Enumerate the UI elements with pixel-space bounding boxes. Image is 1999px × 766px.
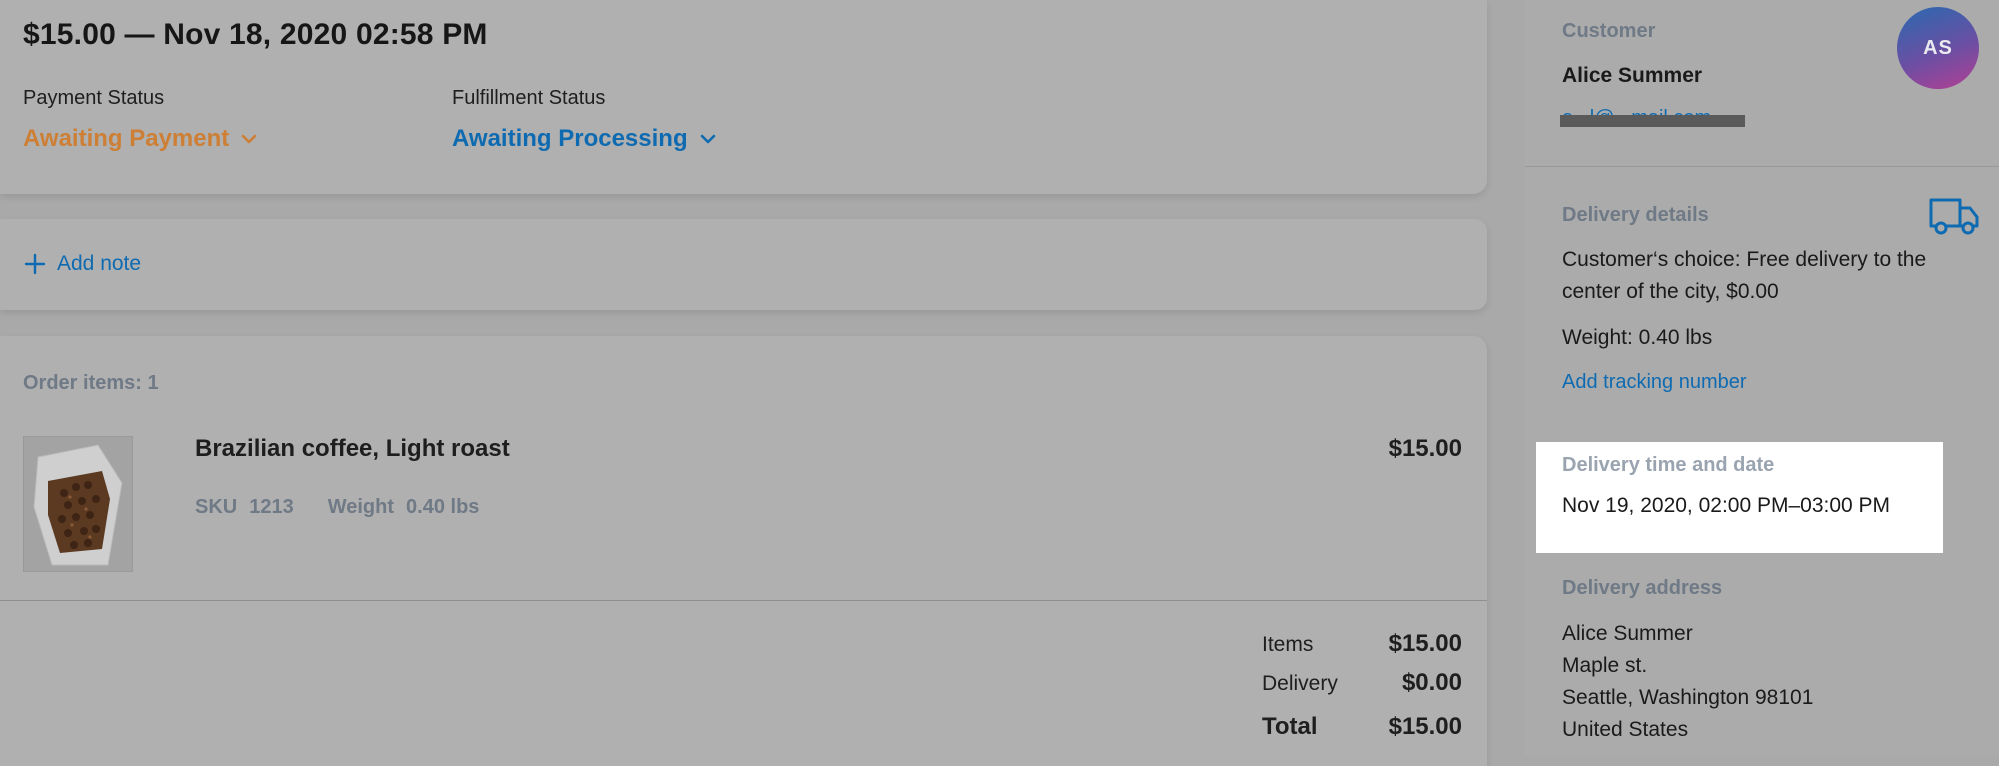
payment-status-dropdown[interactable]: Awaiting Payment — [23, 125, 259, 153]
avatar[interactable]: AS — [1897, 7, 1979, 89]
truck-icon — [1929, 198, 1979, 235]
delivery-address-heading: Delivery address — [1562, 577, 1723, 599]
address-line-4: United States — [1562, 718, 1689, 741]
summary-delivery-value: $0.00 — [1401, 669, 1462, 696]
chevron-down-icon — [700, 134, 715, 144]
delivery-details-heading: Delivery details — [1562, 204, 1709, 226]
address-line-1: Alice Summer — [1562, 622, 1693, 645]
summary-total-row: Total $15.00 — [1262, 713, 1462, 741]
summary-items-value: $15.00 — [1388, 630, 1462, 657]
sku-label: SKU — [195, 496, 238, 518]
sidebar-divider — [1525, 166, 1999, 167]
payment-status-label: Payment Status — [23, 87, 165, 109]
weight-label: Weight — [327, 496, 395, 518]
payment-status-value: Awaiting Payment — [23, 125, 230, 152]
delivery-weight: Weight: 0.40 lbs — [1562, 326, 1713, 349]
customer-name[interactable]: Alice Summer — [1562, 60, 1702, 92]
address-line-3: Seattle, Washington 98101 — [1562, 686, 1814, 709]
product-meta: SKU 1213 Weight 0.40 lbs — [195, 496, 479, 519]
product-thumbnail[interactable] — [23, 436, 133, 572]
delivery-choice-line1: Customer‘s choice: Free delivery to the — [1562, 248, 1927, 271]
delivery-time-heading: Delivery time and date — [1562, 454, 1775, 476]
order-title: $15.00 — Nov 18, 2020 02:58 PM — [23, 18, 488, 51]
summary-delivery-label: Delivery — [1262, 672, 1338, 695]
order-items-count: Order items: 1 — [23, 372, 159, 394]
add-note-label: Add note — [57, 252, 142, 275]
fulfillment-status-value: Awaiting Processing — [452, 125, 688, 152]
product-name[interactable]: Brazilian coffee, Light roast — [195, 435, 510, 463]
order-items-card — [0, 336, 1487, 766]
summary-delivery-row: Delivery $0.00 — [1262, 669, 1462, 697]
add-note-button[interactable]: Add note — [23, 252, 141, 276]
fulfillment-status-dropdown[interactable]: Awaiting Processing — [452, 125, 718, 153]
weight-value: 0.40 lbs — [406, 496, 480, 518]
fulfillment-status-label: Fulfillment Status — [452, 87, 606, 109]
summary-total-label: Total — [1262, 713, 1318, 740]
note-card — [0, 219, 1487, 310]
summary-total-value: $15.00 — [1388, 713, 1462, 740]
summary-items-label: Items — [1262, 633, 1314, 656]
items-divider — [0, 600, 1487, 601]
chevron-down-icon — [241, 134, 257, 144]
customer-heading: Customer — [1562, 20, 1656, 42]
summary-items-row: Items $15.00 — [1262, 630, 1462, 658]
coffee-bag-image — [24, 437, 132, 571]
product-price: $15.00 — [1388, 435, 1462, 462]
delivery-time-highlight: Delivery time and date Nov 19, 2020, 02:… — [1536, 442, 1943, 553]
delivery-time-value: Nov 19, 2020, 02:00 PM–03:00 PM — [1562, 494, 1891, 517]
plus-icon — [24, 253, 46, 275]
sku-value: 1213 — [249, 496, 294, 518]
add-tracking-number-link[interactable]: Add tracking number — [1562, 371, 1747, 394]
delivery-choice-line2: center of the city, $0.00 — [1562, 280, 1779, 303]
order-header-card: $15.00 — Nov 18, 2020 02:58 PM Payment S… — [0, 0, 1487, 194]
redaction-bar — [1560, 115, 1745, 127]
address-line-2: Maple st. — [1562, 654, 1648, 677]
